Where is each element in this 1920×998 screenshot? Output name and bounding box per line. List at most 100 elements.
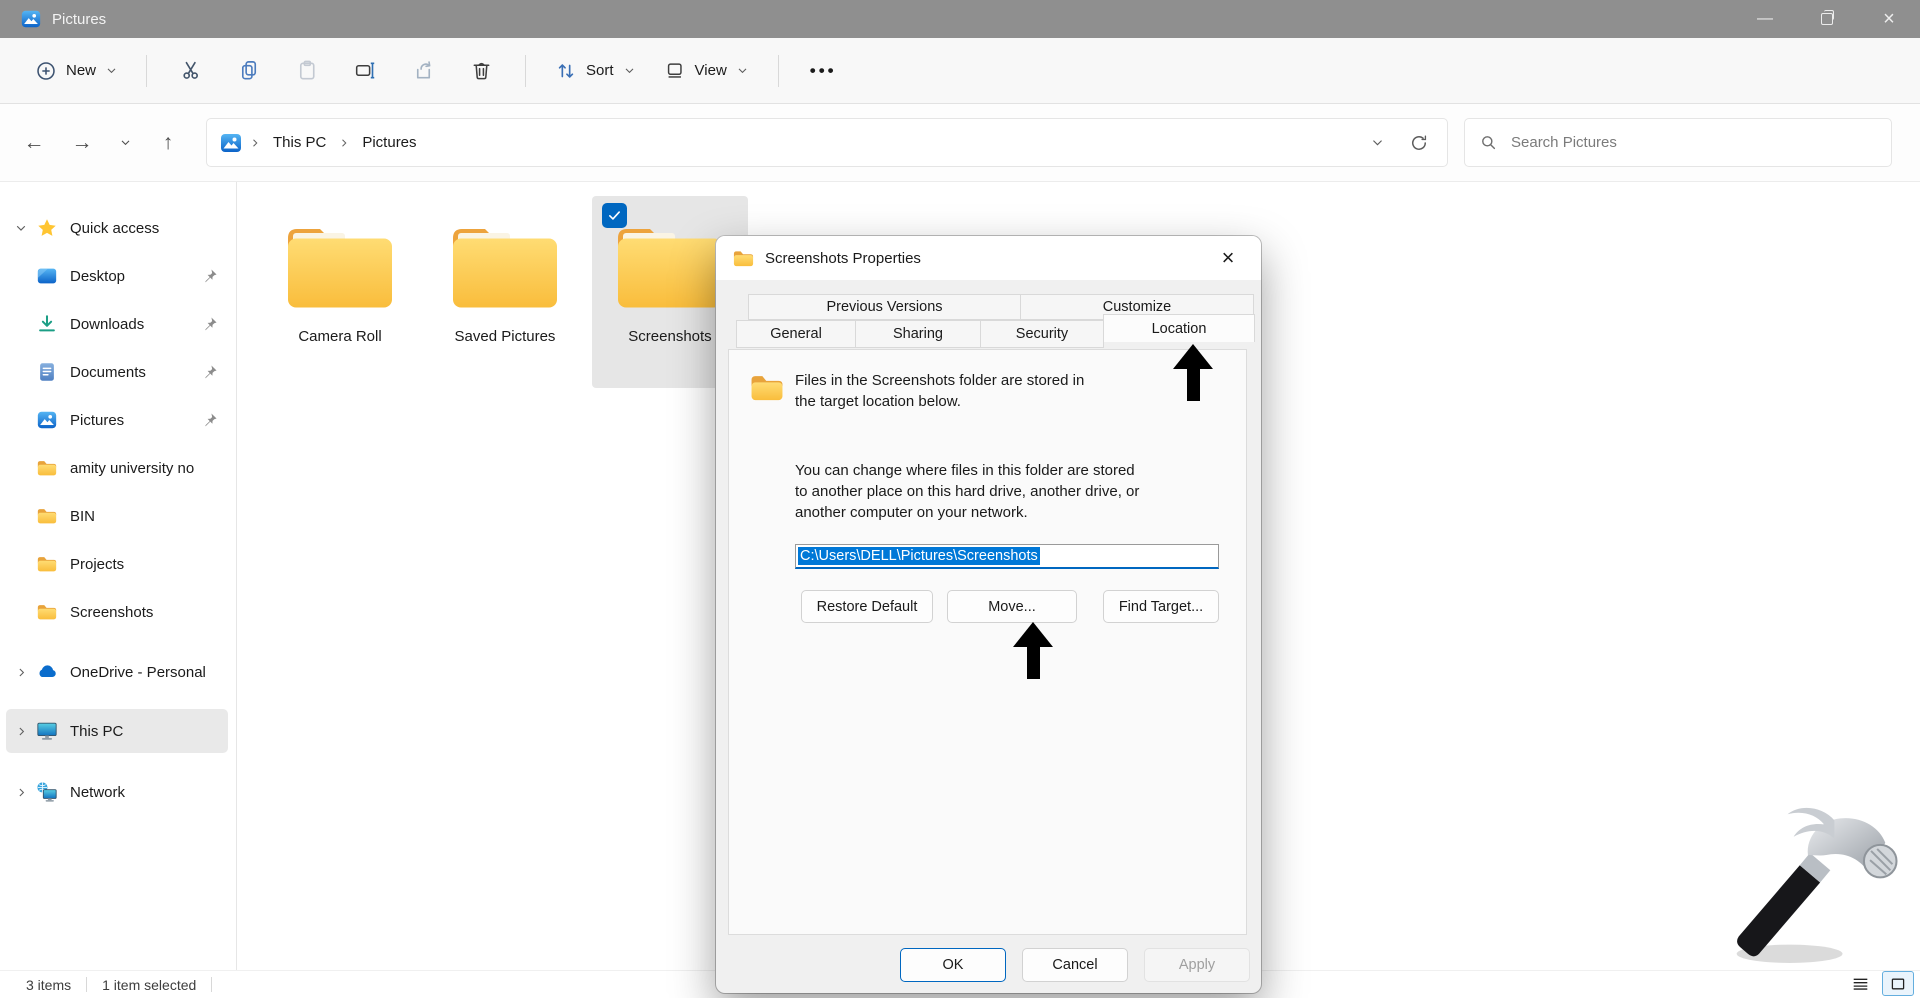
sidebar-item-amity-university[interactable]: amity university no (6, 446, 228, 490)
recent-locations-button[interactable] (106, 119, 144, 167)
pin-icon (202, 316, 218, 332)
more-options-button[interactable]: ••• (794, 61, 853, 81)
address-row: ← → ↑ This PC Pictures (0, 104, 1920, 182)
sidebar-item-screenshots[interactable]: Screenshots (6, 590, 228, 634)
sort-icon (555, 60, 577, 82)
annotation-arrow-location-tab (1172, 344, 1214, 401)
sidebar-label: Screenshots (70, 604, 153, 621)
downloads-icon (36, 313, 58, 335)
back-button[interactable]: ← (10, 119, 58, 167)
selected-path-text: C:\Users\DELL\Pictures\Screenshots (798, 547, 1040, 565)
share-button[interactable] (394, 48, 452, 94)
restore-default-button[interactable]: Restore Default (801, 590, 933, 623)
sidebar-item-this-pc[interactable]: This PC (6, 709, 228, 753)
close-button[interactable]: × (1858, 0, 1920, 38)
move-button[interactable]: Move... (947, 590, 1077, 623)
sidebar-label: Downloads (70, 316, 144, 333)
sidebar-label: amity university no (70, 460, 194, 477)
restore-icon (1821, 13, 1833, 25)
view-icon (664, 60, 686, 82)
address-bar[interactable]: This PC Pictures (206, 118, 1448, 167)
folder-icon (747, 370, 787, 404)
paste-button[interactable] (278, 48, 336, 94)
address-dropdown-icon[interactable] (1370, 135, 1385, 150)
chevron-down-icon (736, 64, 749, 77)
sidebar-item-projects[interactable]: Projects (6, 542, 228, 586)
breadcrumb-pictures[interactable]: Pictures (356, 134, 422, 151)
rename-button[interactable] (336, 48, 394, 94)
folder-icon (280, 218, 400, 314)
network-icon (36, 781, 58, 803)
chevron-right-icon (15, 725, 28, 738)
desktop-icon (36, 265, 58, 287)
breadcrumb-this-pc[interactable]: This PC (267, 134, 332, 151)
find-target-button[interactable]: Find Target... (1103, 590, 1219, 623)
tab-sharing[interactable]: Sharing (855, 320, 981, 348)
dialog-title-bar: Screenshots Properties × (716, 236, 1261, 280)
cut-button[interactable] (162, 48, 220, 94)
sidebar-item-quick-access[interactable]: Quick access (6, 206, 228, 250)
view-dropdown[interactable]: View (650, 48, 763, 94)
search-box[interactable] (1464, 118, 1892, 167)
folder-tile-camera-roll[interactable]: Camera Roll (262, 196, 418, 388)
folder-name: Saved Pictures (455, 328, 556, 345)
large-icons-view-button[interactable] (1882, 971, 1914, 996)
copy-button[interactable] (220, 48, 278, 94)
sidebar-item-documents[interactable]: Documents (6, 350, 228, 394)
refresh-icon[interactable] (1409, 133, 1429, 153)
window-controls: — × (1734, 0, 1920, 38)
sidebar-item-downloads[interactable]: Downloads (6, 302, 228, 346)
pictures-icon (36, 409, 58, 431)
sidebar-label: BIN (70, 508, 95, 525)
hammer-cursor-image (1718, 798, 1906, 966)
selected-checkbox[interactable] (602, 203, 627, 228)
large-icons-view-icon (1890, 977, 1906, 991)
search-input[interactable] (1509, 133, 1877, 152)
cut-icon (180, 59, 203, 82)
tab-location[interactable]: Location (1103, 314, 1255, 342)
folder-icon (732, 247, 755, 270)
new-button[interactable]: New (22, 51, 131, 91)
onedrive-cloud-icon (36, 661, 58, 683)
pictures-location-icon (219, 131, 243, 155)
folder-name: Camera Roll (298, 328, 381, 345)
minimize-button[interactable]: — (1734, 0, 1796, 38)
apply-button[interactable]: Apply (1144, 948, 1250, 982)
command-toolbar: New Sort View (0, 38, 1920, 104)
ok-button[interactable]: OK (900, 948, 1006, 982)
cancel-button[interactable]: Cancel (1022, 948, 1128, 982)
this-pc-monitor-icon (36, 720, 58, 742)
delete-button[interactable] (452, 48, 510, 94)
restore-button[interactable] (1796, 0, 1858, 38)
toolbar-separator (146, 55, 147, 87)
folder-tile-saved-pictures[interactable]: Saved Pictures (427, 196, 583, 388)
sidebar-item-pictures[interactable]: Pictures (6, 398, 228, 442)
chevron-down-icon (14, 221, 28, 235)
view-label: View (695, 62, 727, 79)
location-tab-panel: Files in the Screenshots folder are stor… (728, 349, 1247, 935)
sort-label: Sort (586, 62, 614, 79)
navigation-pane: Quick access Desktop Downloads Documents (0, 182, 237, 970)
arrow-shaft (1027, 647, 1040, 679)
sort-dropdown[interactable]: Sort (541, 48, 650, 94)
items-count: 3 items (26, 977, 71, 993)
pin-icon (202, 412, 218, 428)
details-view-button[interactable] (1844, 971, 1876, 996)
folder-icon (36, 601, 58, 623)
forward-button[interactable]: → (58, 119, 106, 167)
sidebar-item-bin[interactable]: BIN (6, 494, 228, 538)
tab-security[interactable]: Security (980, 320, 1104, 348)
tab-general[interactable]: General (736, 320, 856, 348)
sidebar-item-onedrive[interactable]: OneDrive - Personal (6, 650, 228, 694)
sidebar-item-desktop[interactable]: Desktop (6, 254, 228, 298)
sidebar-label: Projects (70, 556, 124, 573)
target-path-input[interactable]: C:\Users\DELL\Pictures\Screenshots (795, 544, 1219, 569)
dialog-close-button[interactable]: × (1211, 242, 1245, 274)
dialog-title: Screenshots Properties (765, 250, 921, 267)
folder-icon (445, 218, 565, 314)
sidebar-item-network[interactable]: Network (6, 770, 228, 814)
tab-previous-versions[interactable]: Previous Versions (748, 294, 1021, 320)
chevron-right-icon (15, 666, 28, 679)
up-button[interactable]: ↑ (144, 119, 192, 167)
star-icon (36, 217, 58, 239)
